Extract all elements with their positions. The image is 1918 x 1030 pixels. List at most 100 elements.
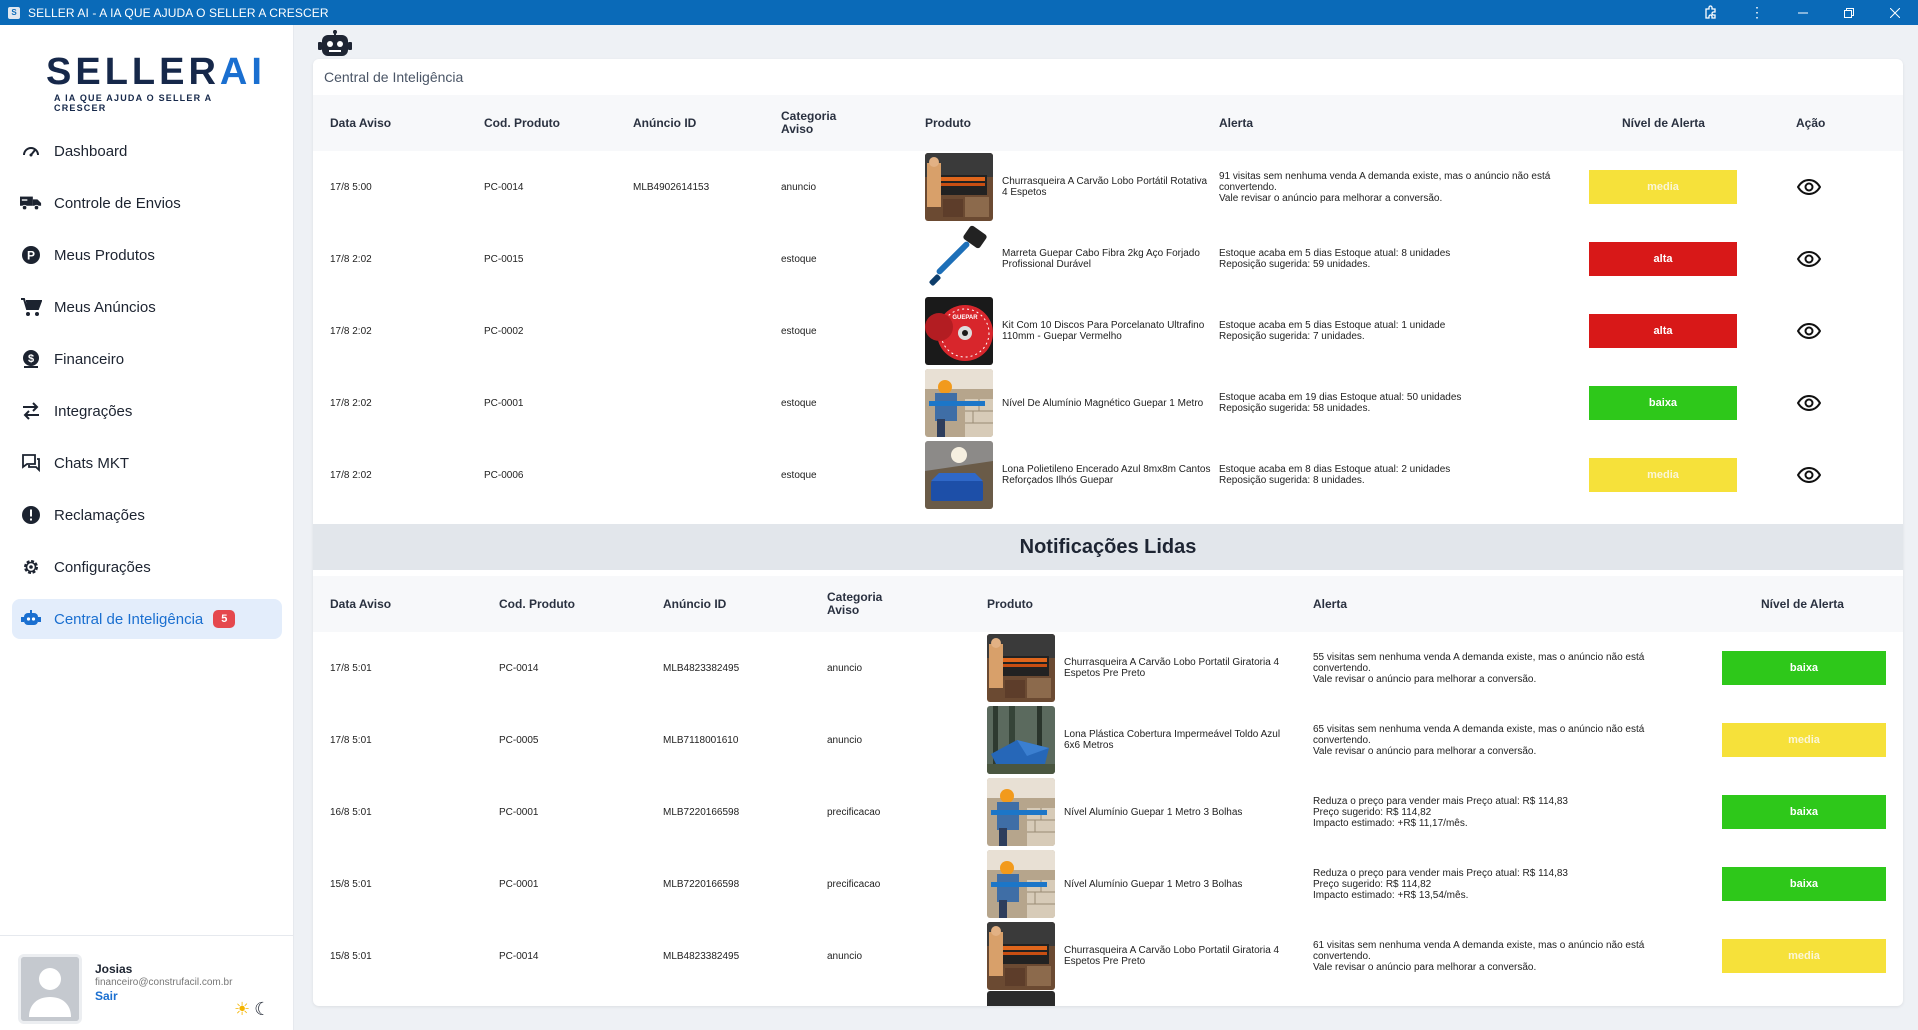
robot-icon xyxy=(20,608,42,630)
col-data-aviso: Data Aviso xyxy=(330,115,392,130)
view-eye-icon[interactable] xyxy=(1796,318,1822,344)
minimize-button[interactable] xyxy=(1780,0,1826,25)
sun-icon[interactable]: ☀ xyxy=(234,999,250,1020)
theme-toggle[interactable]: ☀ ☾ xyxy=(234,999,270,1020)
product-thumbnail xyxy=(925,441,993,509)
cell-product-code: PC-0015 xyxy=(484,253,524,265)
alert-level-badge: alta xyxy=(1589,314,1737,348)
avatar[interactable] xyxy=(18,954,82,1024)
table-row[interactable]: 17/8 2:02 PC-0001 estoque Nível De Alumínio… xyxy=(313,367,1903,439)
alert-level-badge: media xyxy=(1589,170,1737,204)
cell-alert-level: alta xyxy=(1589,223,1737,295)
cell-product: Churrasqueira A Carvão Lobo Portatil Gir… xyxy=(987,632,1296,704)
cell-product-code: PC-0005 xyxy=(499,734,539,746)
sidebar-item-integracoes[interactable]: Integrações xyxy=(12,391,282,431)
col-produto: Produto xyxy=(987,596,1033,611)
product-thumbnail xyxy=(925,153,993,221)
cell-alert-level: baixa xyxy=(1722,632,1886,704)
notification-count-badge: 5 xyxy=(213,610,236,628)
cell-product-code: PC-0006 xyxy=(484,469,524,481)
cell-product: Lona Polietileno Encerado Azul 8mx8m Can… xyxy=(925,439,1214,511)
cell-category: estoque xyxy=(781,325,817,337)
product-thumbnail xyxy=(987,850,1055,918)
product-name: Churrasqueira A Carvão Lobo Portatil Gir… xyxy=(1064,945,1280,967)
speedometer-icon xyxy=(20,140,42,162)
cell-date: 16/8 5:01 xyxy=(330,806,372,818)
restore-button[interactable] xyxy=(1826,0,1872,25)
cell-ad-id: MLB4823382495 xyxy=(663,950,740,962)
cell-date: 17/8 5:01 xyxy=(330,662,372,674)
alert-level-badge: alta xyxy=(1589,242,1737,276)
table-row[interactable]: 17/8 5:01 PC-0005 MLB7118001610 anuncio Lona… xyxy=(313,704,1903,776)
cell-action xyxy=(1796,151,1822,223)
alert-text: 61 visitas sem nenhuma venda A demanda e… xyxy=(1313,939,1645,973)
sidebar-item-label: Meus Anúncios xyxy=(54,298,156,316)
cell-ad-id: MLB7220166598 xyxy=(663,806,740,818)
product-name: Kit Com 10 Discos Para Porcelanato Ultra… xyxy=(1002,320,1205,342)
cell-alert-level: media xyxy=(1722,920,1886,992)
alert-level-badge: media xyxy=(1722,723,1886,757)
view-eye-icon[interactable] xyxy=(1796,462,1822,488)
read-notifications-title: Notificações Lidas xyxy=(313,524,1903,570)
sidebar-item-reclamacoes[interactable]: Reclamações xyxy=(12,495,282,535)
dollar-icon: $ xyxy=(20,348,42,370)
seller-ai-logo[interactable]: SELLERAI A IA QUE AJUDA O SELLER A CRESC… xyxy=(46,53,262,113)
cell-alert-level: baixa xyxy=(1722,776,1886,848)
alert-text: 91 visitas sem nenhuma venda A demanda e… xyxy=(1219,170,1551,204)
close-button[interactable] xyxy=(1872,0,1918,25)
sidebar-item-central-de-inteligencia[interactable]: Central de Inteligência 5 xyxy=(12,599,282,639)
cell-alert: Estoque acaba em 5 dias Estoque atual: 8… xyxy=(1219,223,1559,295)
cell-alert: Estoque acaba em 19 dias Estoque atual: … xyxy=(1219,367,1559,439)
logout-link[interactable]: Sair xyxy=(95,989,118,1003)
cell-category: precificacao xyxy=(827,806,881,818)
app-icon: S xyxy=(8,6,20,19)
table-row[interactable]: 15/8 5:01 PC-0014 MLB4823382495 anuncio Chur… xyxy=(313,920,1903,992)
view-eye-icon[interactable] xyxy=(1796,390,1822,416)
cell-date: 17/8 2:02 xyxy=(330,469,372,481)
alert-text: 65 visitas sem nenhuma venda A demanda e… xyxy=(1313,723,1645,757)
sidebar-item-controle-de-envios[interactable]: Controle de Envios xyxy=(12,183,282,223)
cell-product-code: PC-0002 xyxy=(484,325,524,337)
alert-level-badge: baixa xyxy=(1722,795,1886,829)
product-name: Lona Polietileno Encerado Azul 8mx8m Can… xyxy=(1002,464,1211,486)
sidebar-item-configuracoes[interactable]: Configurações xyxy=(12,547,282,587)
sidebar-item-chats-mkt[interactable]: Chats MKT xyxy=(12,443,282,483)
table-row[interactable]: 17/8 5:01 PC-0014 MLB4823382495 anuncio Chur… xyxy=(313,632,1903,704)
cell-alert: 91 visitas sem nenhuma venda A demanda e… xyxy=(1219,151,1559,223)
logo-text-ai: AI xyxy=(219,51,266,93)
moon-icon[interactable]: ☾ xyxy=(254,999,270,1020)
cell-alert: Estoque acaba em 5 dias Estoque atual: 1… xyxy=(1219,295,1559,367)
logo-tagline: A IA QUE AJUDA O SELLER A CRESCER xyxy=(54,93,213,113)
cell-date: 17/8 2:02 xyxy=(330,253,372,265)
col-cod-produto: Cod. Produto xyxy=(484,115,560,130)
cell-alert: Reduza o preço para vender mais Preço at… xyxy=(1313,848,1683,920)
table-row[interactable]: 15/8 5:01 PC-0001 MLB7220166598 precificaca… xyxy=(313,848,1903,920)
table-row[interactable]: 17/8 2:02 PC-0006 estoque Lona Polietileno … xyxy=(313,439,1903,511)
sidebar-item-meus-produtos[interactable]: P Meus Produtos xyxy=(12,235,282,275)
cell-date: 15/8 5:01 xyxy=(330,878,372,890)
cell-date: 17/8 5:01 xyxy=(330,734,372,746)
sidebar-item-label: Dashboard xyxy=(54,142,128,160)
cell-alert: Estoque acaba em 8 dias Estoque atual: 2… xyxy=(1219,439,1559,511)
sidebar-item-label: Chats MKT xyxy=(54,454,130,472)
more-menu-icon[interactable]: ⋮ xyxy=(1734,0,1780,25)
product-name: Nível De Alumínio Magnético Guepar 1 Met… xyxy=(1002,397,1204,409)
sidebar-item-dashboard[interactable]: Dashboard xyxy=(12,131,282,171)
extensions-icon[interactable] xyxy=(1688,0,1734,25)
sidebar-item-financeiro[interactable]: $ Financeiro xyxy=(12,339,282,379)
cell-date: 17/8 5:00 xyxy=(330,181,372,193)
table-row[interactable]: 16/8 5:01 PC-0001 MLB7220166598 precificaca… xyxy=(313,776,1903,848)
view-eye-icon[interactable] xyxy=(1796,246,1822,272)
view-eye-icon[interactable] xyxy=(1796,174,1822,200)
col-alerta: Alerta xyxy=(1219,115,1254,130)
cell-alert: Reduza o preço para vender mais Preço at… xyxy=(1313,776,1683,848)
window-titlebar: S SELLER AI - A IA QUE AJUDA O SELLER A … xyxy=(0,0,1918,25)
table-row[interactable]: 17/8 5:00 PC-0014 MLB4902614153 anuncio Chur… xyxy=(313,151,1903,223)
table-row[interactable]: 17/8 2:02 PC-0015 estoque Marreta Guepar Ca… xyxy=(313,223,1903,295)
cell-ad-id: MLB4823382495 xyxy=(663,662,740,674)
sidebar-item-label: Controle de Envios xyxy=(54,194,181,212)
cell-ad-id: MLB4902614153 xyxy=(633,181,710,193)
sidebar-item-meus-anuncios[interactable]: Meus Anúncios xyxy=(12,287,282,327)
table-row[interactable]: 17/8 2:02 PC-0002 estoque GUEPAR Kit Com 10 … xyxy=(313,295,1903,367)
alert-text: Reduza o preço para vender mais Preço at… xyxy=(1313,867,1568,901)
